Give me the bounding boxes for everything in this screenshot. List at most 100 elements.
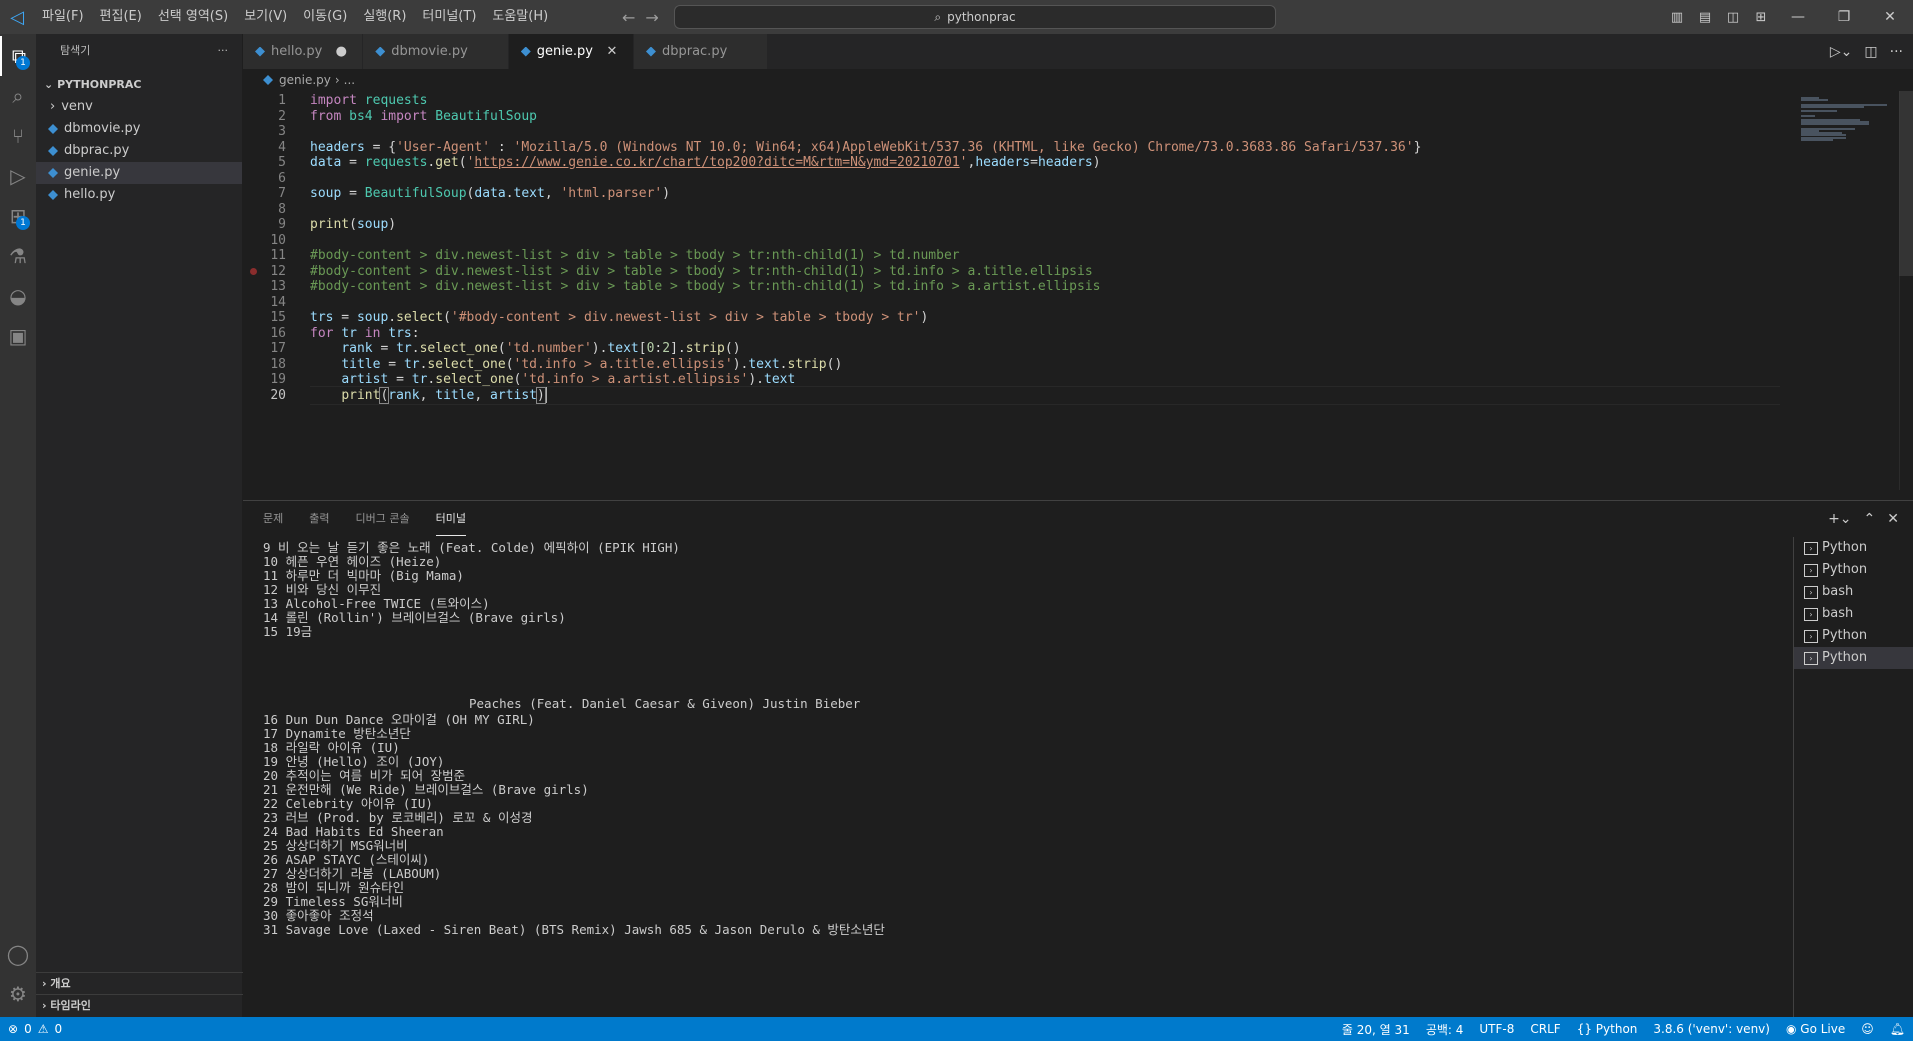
minimize-button[interactable]: — [1775, 0, 1821, 34]
minimap[interactable] [1793, 91, 1913, 490]
cursor-position[interactable]: 줄 20, 열 31 [1342, 1021, 1410, 1038]
close-tab-icon[interactable]: ✕ [605, 44, 619, 59]
problems-status[interactable]: ⊗ 0 ⚠ 0 [0, 1022, 62, 1036]
command-center-label: pythonprac [947, 10, 1016, 24]
menu-selection[interactable]: 선택 영역(S) [150, 0, 236, 34]
python-file-icon [255, 46, 265, 57]
go-live-button[interactable]: ◉ Go Live [1786, 1022, 1845, 1036]
terminal-instance[interactable]: › Python [1794, 625, 1913, 647]
terminal-instance[interactable]: › Python [1794, 559, 1913, 581]
close-panel-icon[interactable]: ✕ [1887, 511, 1899, 527]
remote-explorer-icon[interactable]: ▣ [0, 316, 36, 356]
terminal-output[interactable]: 9 비 오는 날 듣기 좋은 노래 (Feat. Colde) 에픽하이 (EP… [263, 537, 1783, 1018]
outline-section[interactable]: › 개요 [36, 972, 243, 994]
docker-icon[interactable]: ◒ [0, 276, 36, 316]
language-mode[interactable]: {} Python [1577, 1022, 1638, 1036]
terminal-instance-label: Python [1822, 650, 1868, 665]
run-python-icon[interactable]: ▷⌄ [1830, 44, 1853, 60]
modified-dot-icon[interactable]: ● [334, 44, 348, 59]
code-line[interactable]: 20 print(rank, title, artist) [243, 385, 1783, 405]
menu-terminal[interactable]: 터미널(T) [414, 0, 484, 34]
tab-debug-console[interactable]: 디버그 콘솔 [356, 501, 410, 536]
settings-gear-icon[interactable]: ⚙ [0, 974, 36, 1014]
tab-problems[interactable]: 문제 [263, 501, 283, 536]
customize-layout-icon[interactable]: ⊞ [1750, 9, 1772, 25]
explorer-sidebar: 탐색기 ··· ⌄ PYTHONPRAC › venv dbmovie.py d… [36, 34, 243, 1017]
toggle-sidebar-icon[interactable]: ▥ [1666, 9, 1688, 25]
indentation[interactable]: 공백: 4 [1426, 1021, 1464, 1038]
toggle-panel-icon[interactable]: ▤ [1694, 9, 1716, 25]
menu-file[interactable]: 파일(F) [34, 0, 92, 34]
chevron-right-icon: › [42, 977, 47, 990]
terminal-instance[interactable]: › Python [1794, 647, 1913, 669]
tab-terminal[interactable]: 터미널 [435, 501, 466, 536]
encoding[interactable]: UTF-8 [1479, 1022, 1514, 1036]
explorer-icon[interactable]: ⧉1 [0, 36, 36, 76]
breadcrumb-file[interactable]: genie.py [279, 69, 331, 91]
editor-scrollbar[interactable] [1899, 91, 1913, 490]
breadcrumb-rest[interactable]: ... [344, 69, 355, 91]
menu-view[interactable]: 보기(V) [236, 0, 295, 34]
restore-button[interactable]: ❐ [1821, 0, 1867, 34]
breadcrumb: genie.py › ... [243, 69, 355, 91]
tab-genie[interactable]: genie.py ✕ [508, 34, 634, 69]
forward-arrow-icon[interactable]: → [645, 8, 658, 27]
terminal-instance[interactable]: › bash [1794, 603, 1913, 625]
more-actions-icon[interactable]: ··· [218, 34, 229, 68]
terminal-instance-label: bash [1822, 606, 1854, 621]
explorer-badge: 1 [16, 56, 30, 70]
extensions-icon[interactable]: ⊞ 1 [0, 196, 36, 236]
command-center-search[interactable]: ⌕ pythonprac [674, 5, 1276, 29]
notifications-bell-icon[interactable]: 🔔︎ [1890, 1022, 1905, 1036]
chevron-right-icon: › [50, 99, 56, 114]
tree-item-dbprac[interactable]: dbprac.py [36, 140, 242, 162]
menu-edit[interactable]: 편집(E) [92, 0, 150, 34]
maximize-panel-icon[interactable]: ⌃ [1864, 511, 1876, 527]
breakpoint-hint-icon[interactable] [250, 267, 257, 275]
timeline-section[interactable]: › 타임라인 [36, 994, 243, 1016]
tab-dbmovie[interactable]: dbmovie.py [363, 34, 509, 69]
search-view-icon[interactable]: ⌕ [0, 76, 36, 116]
menu-go[interactable]: 이동(G) [295, 0, 355, 34]
menu-help[interactable]: 도움말(H) [484, 0, 556, 34]
tree-item-dbmovie[interactable]: dbmovie.py [36, 118, 242, 140]
terminal-line: 15 19금 [263, 624, 313, 639]
run-debug-icon[interactable]: ▷ [0, 156, 36, 196]
tab-output[interactable]: 출력 [309, 501, 329, 536]
tab-dbprac[interactable]: dbprac.py [633, 34, 769, 69]
sidebar-title: 탐색기 [60, 44, 91, 57]
terminal-instance-label: Python [1822, 562, 1868, 577]
python-interpreter[interactable]: 3.8.6 ('venv': venv) [1653, 1022, 1770, 1036]
tree-item-hello[interactable]: hello.py [36, 184, 242, 206]
terminal-instance[interactable]: › bash [1794, 581, 1913, 603]
split-editor-icon[interactable]: ◫ [1864, 44, 1877, 60]
terminal-instance[interactable]: › Python [1794, 537, 1913, 559]
python-file-icon [520, 46, 531, 57]
broadcast-icon: ◉ [1785, 1022, 1797, 1036]
workspace-folder[interactable]: ⌄ PYTHONPRAC [36, 74, 242, 96]
feedback-icon[interactable]: ☺ [1861, 1022, 1874, 1036]
braces-icon: {} [1576, 1022, 1592, 1036]
code-editor[interactable]: 1 import requests 2 from bs4 import Beautif… [243, 91, 1913, 490]
menu-run[interactable]: 실행(R) [355, 0, 414, 34]
python-file-icon [48, 124, 58, 134]
tree-item-venv[interactable]: › venv [36, 96, 242, 118]
line-ending[interactable]: CRLF [1530, 1022, 1560, 1036]
activity-bar: ⧉1 ⌕ ⑂ ▷ ⊞1 ⚗ ◒ ▣ ◯ ⚙ [0, 34, 36, 1017]
source-control-icon[interactable]: ⑂ [0, 116, 36, 156]
editor-more-icon[interactable]: ··· [1890, 44, 1903, 60]
status-bar: ⊗ 0 ⚠ 0 줄 20, 열 31 공백: 4 UTF-8 CRLF {} P… [0, 1017, 1913, 1041]
bottom-panel: 문제 출력 디버그 콘솔 터미널 +⌄ ⌃ ✕ 9 비 오는 날 듣기 좋은 노… [243, 500, 1913, 1018]
testing-flask-icon[interactable]: ⚗ [0, 236, 36, 276]
close-window-button[interactable]: ✕ [1867, 0, 1913, 34]
account-icon[interactable]: ◯ [0, 934, 36, 974]
python-file-icon [645, 46, 656, 57]
back-arrow-icon[interactable]: ← [622, 8, 635, 27]
tab-hello[interactable]: hello.py ● [243, 34, 364, 69]
warning-icon: ⚠ [37, 1022, 49, 1036]
toggle-secondary-sidebar-icon[interactable]: ◫ [1722, 9, 1744, 25]
new-terminal-icon[interactable]: +⌄ [1828, 511, 1851, 527]
terminal-instance-label: bash [1822, 584, 1854, 599]
tree-item-genie[interactable]: genie.py [36, 162, 242, 184]
python-file-icon [263, 75, 273, 85]
